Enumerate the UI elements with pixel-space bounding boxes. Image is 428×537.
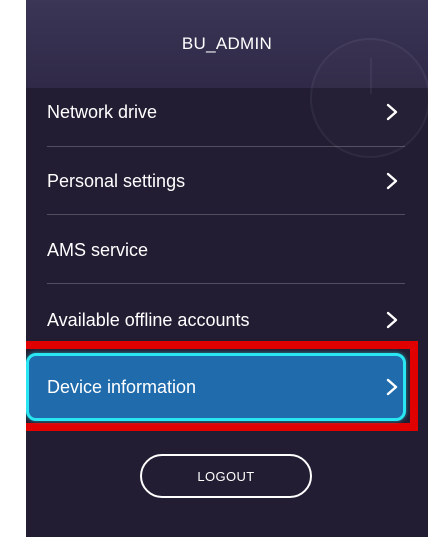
menu-divider [47,214,405,215]
menu-item-label: Personal settings [47,170,186,191]
menu-item-label: Network drive [47,101,158,122]
menu-item-ams-service[interactable]: AMS service [26,216,406,284]
menu-item-row: Device information [26,353,406,421]
menu-divider [47,283,405,284]
chevron-right-icon [386,172,398,190]
menu-item-label: AMS service [47,239,149,260]
account-header: BU_ADMIN [26,0,428,158]
logout-button[interactable]: LOGOUT [140,454,312,498]
menu-item-label: Device information [47,376,197,397]
menu-item-device-information[interactable]: Device information [26,353,406,421]
chevron-right-icon [386,311,398,329]
chevron-right-icon [386,103,398,121]
account-name: BU_ADMIN [181,34,273,53]
menu-item-personal-settings[interactable]: Personal settings [26,147,406,215]
menu-item-network-drive[interactable]: Network drive [26,78,406,146]
screenshot-frame: BU_ADMIN Network drive Personal settings… [0,0,428,537]
chevron-right-icon [386,378,398,396]
account-menu-panel: BU_ADMIN Network drive Personal settings… [26,0,428,537]
menu-item-label: Available offline accounts [47,309,250,330]
